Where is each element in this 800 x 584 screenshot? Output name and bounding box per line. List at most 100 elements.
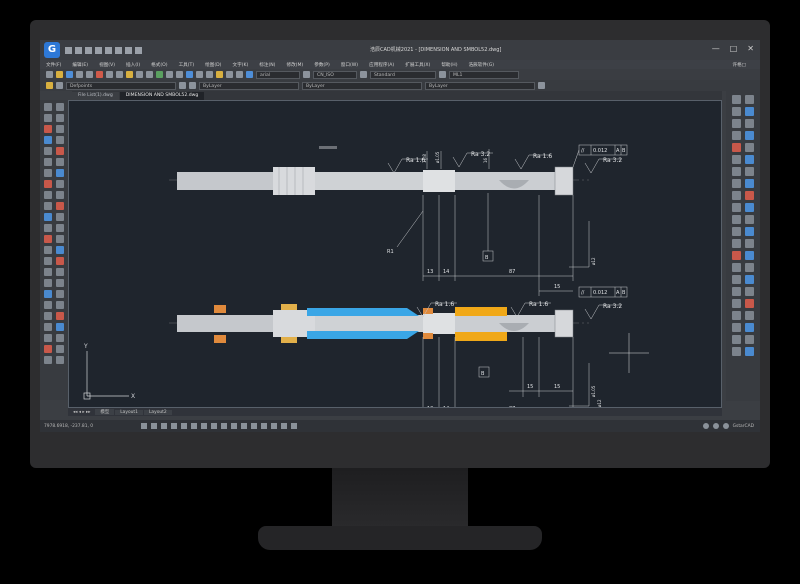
menu-right-label[interactable]: 许格□ [732, 62, 746, 68]
quick-properties-icon[interactable] [241, 423, 248, 429]
boundary-icon[interactable] [56, 345, 64, 353]
dim-text-edit-icon[interactable] [732, 203, 741, 212]
menu-file[interactable]: 文件(F) [46, 62, 61, 68]
erase-icon[interactable] [56, 268, 64, 276]
attribute-icon[interactable] [44, 356, 52, 364]
cut-icon[interactable] [96, 71, 103, 78]
linear-dim-icon[interactable] [732, 95, 741, 104]
otrack-icon[interactable] [191, 423, 198, 429]
menu-edit[interactable]: 编辑(E) [72, 62, 88, 68]
radius-dim-icon[interactable] [732, 119, 741, 128]
surface-roughness-icon[interactable] [745, 239, 754, 248]
spline-icon[interactable] [44, 191, 52, 199]
zoom-icon[interactable] [166, 71, 173, 78]
grid-icon[interactable] [151, 423, 158, 429]
lock-icon[interactable] [291, 423, 298, 429]
minimize-button[interactable]: — [712, 44, 720, 53]
detail-view-icon[interactable] [732, 299, 741, 308]
tab-layout1[interactable]: Layout1 [115, 409, 143, 415]
color-select[interactable]: ByLayer [199, 81, 299, 90]
baseline-dim-icon[interactable] [745, 143, 754, 152]
workspace-icon[interactable] [135, 46, 142, 54]
text-style-select[interactable]: arial [256, 70, 300, 79]
fillet-icon[interactable] [56, 246, 64, 254]
redo-icon[interactable] [125, 46, 132, 54]
move-icon[interactable] [56, 103, 64, 111]
rotate-icon[interactable] [56, 158, 64, 166]
balloon-icon[interactable] [732, 263, 741, 272]
zoom-window-icon[interactable] [176, 71, 183, 78]
preview-icon[interactable] [86, 71, 93, 78]
hatch-icon[interactable] [44, 257, 52, 265]
dim-style-select[interactable]: CN_ISO [313, 70, 357, 79]
stretch-icon[interactable] [56, 180, 64, 188]
match-properties-icon[interactable] [126, 71, 133, 78]
fastener-icon[interactable] [745, 347, 754, 356]
line-icon[interactable] [44, 103, 52, 111]
menu-application[interactable]: 应用程序(A) [369, 62, 394, 68]
pan-icon[interactable] [156, 71, 163, 78]
align-icon[interactable] [56, 290, 64, 298]
arc-icon[interactable] [44, 158, 52, 166]
fullscreen-icon[interactable] [712, 423, 719, 429]
group-icon[interactable] [56, 356, 64, 364]
undo-icon[interactable] [115, 46, 122, 54]
open-file-icon[interactable] [75, 46, 82, 54]
leader-collect-icon[interactable] [732, 239, 741, 248]
transparency-icon[interactable] [231, 423, 238, 429]
annotation-scale-icon[interactable] [261, 423, 268, 429]
menu-view[interactable]: 视图(V) [99, 62, 115, 68]
menu-help[interactable]: 帮助(H) [441, 62, 457, 68]
copy-object-icon[interactable] [56, 114, 64, 122]
measure-icon[interactable] [236, 71, 243, 78]
snap-icon[interactable] [141, 423, 148, 429]
list-icon[interactable] [44, 323, 52, 331]
explode-icon[interactable] [56, 257, 64, 265]
layer-manager-icon[interactable] [46, 82, 53, 89]
undo-icon[interactable] [136, 71, 143, 78]
calculator-icon[interactable] [216, 71, 223, 78]
center-mark-icon[interactable] [732, 179, 741, 188]
menu-modify[interactable]: 修改(M) [286, 62, 303, 68]
selection-cycling-icon[interactable] [251, 423, 258, 429]
donut-icon[interactable] [44, 345, 52, 353]
layout-nav-arrows[interactable]: ◂◂ ◂ ▸ ▸▸ [68, 410, 95, 415]
dist-icon[interactable] [44, 312, 52, 320]
polyline-icon[interactable] [44, 125, 52, 133]
dim-break-icon[interactable] [732, 167, 741, 176]
tab-layout2[interactable]: Layout2 [143, 409, 172, 415]
point-icon[interactable] [44, 246, 52, 254]
revision-cloud-icon[interactable] [44, 180, 52, 188]
mirror-icon[interactable] [56, 125, 64, 133]
break-line-icon[interactable] [745, 299, 754, 308]
jogged-dim-icon[interactable] [745, 119, 754, 128]
menu-insert[interactable]: 插入(I) [126, 62, 140, 68]
thread-icon[interactable] [732, 323, 741, 332]
tab-model[interactable]: 模型 [95, 409, 115, 415]
menu-parametric[interactable]: 参数(P) [314, 62, 330, 68]
bottom-assembly-drawing[interactable] [169, 304, 589, 343]
multileader-style-select[interactable]: ML1 [449, 70, 519, 79]
top-shaft-drawing[interactable] [169, 146, 589, 196]
title-block-icon[interactable] [732, 275, 741, 284]
new-icon[interactable] [46, 71, 53, 78]
help-icon[interactable] [226, 71, 233, 78]
table-style-select[interactable]: Standard [370, 70, 436, 79]
aligned-dim-icon[interactable] [745, 95, 754, 104]
tab-file-list[interactable]: File List(1).dwg [72, 92, 119, 100]
dyn-icon[interactable] [211, 423, 218, 429]
join-icon[interactable] [56, 224, 64, 232]
previous-layer-icon[interactable] [189, 82, 196, 89]
lengthen-icon[interactable] [56, 279, 64, 287]
offset-icon[interactable] [56, 136, 64, 144]
ortho-icon[interactable] [161, 423, 168, 429]
ducs-icon[interactable] [201, 423, 208, 429]
ellipse-arc-icon[interactable] [44, 213, 52, 221]
area-icon[interactable] [56, 312, 64, 320]
save-as-icon[interactable] [95, 46, 102, 54]
divide-icon[interactable] [56, 334, 64, 342]
linetype-select[interactable]: ByLayer [302, 81, 422, 90]
tab-dimension-and-symbol[interactable]: DIMENSION AND SMBOL52.dwg [119, 92, 205, 100]
region-icon[interactable] [44, 279, 52, 287]
menu-tools[interactable]: 工具(T) [179, 62, 195, 68]
